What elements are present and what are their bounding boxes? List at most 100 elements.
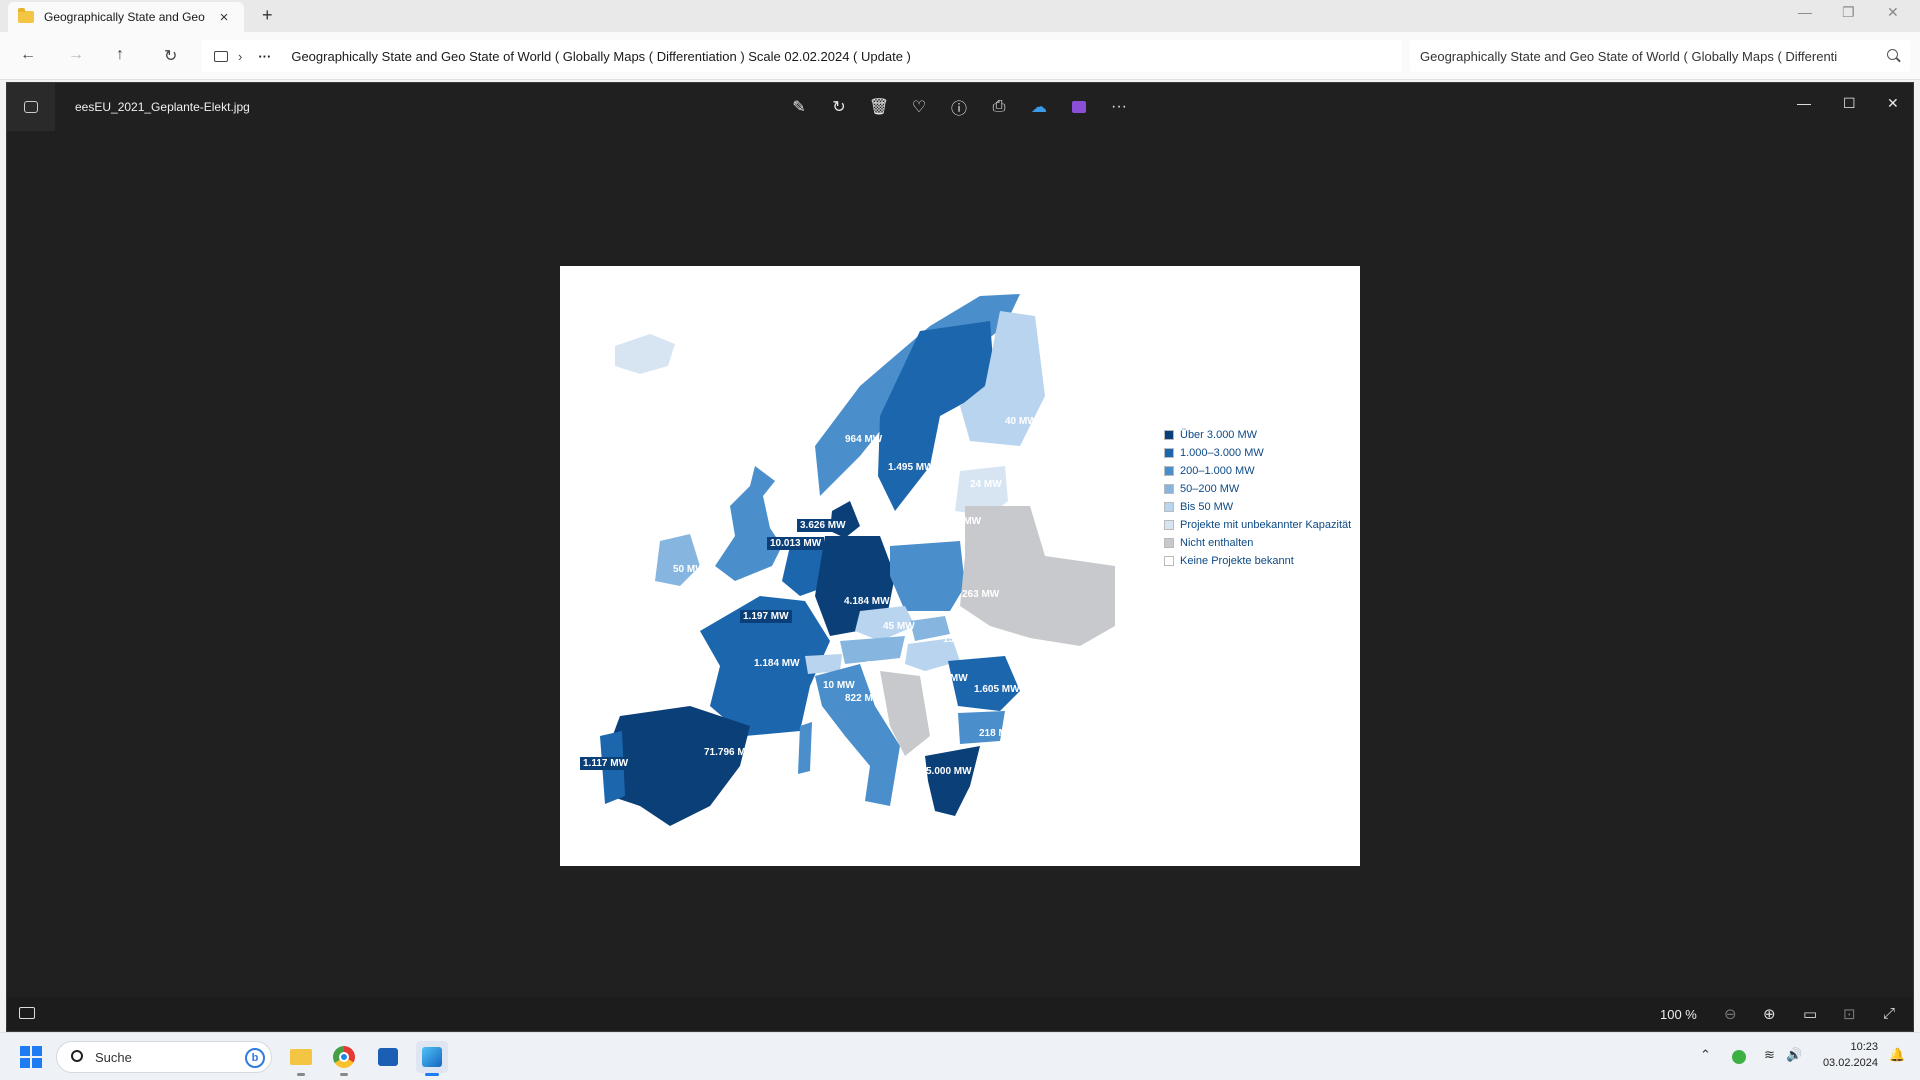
map-value-label: 4.184 MW bbox=[844, 596, 890, 607]
map-value-label: 21 MW bbox=[936, 673, 968, 684]
legend-swatch bbox=[1164, 430, 1174, 440]
search-text: Geographically State and Geo State of Wo… bbox=[1420, 48, 1838, 64]
info-icon[interactable]: ⓘ bbox=[947, 95, 971, 119]
photos-app-icon bbox=[7, 83, 55, 131]
fullscreen-icon[interactable]: ⤢ bbox=[1883, 1005, 1895, 1022]
map-value-label: 10 MW bbox=[823, 680, 855, 691]
clock-date: 03.02.2024 bbox=[1822, 1057, 1878, 1069]
map-legend: Über 3.000 MW 1.000–3.000 MW 200–1.000 MW 5… bbox=[1164, 426, 1351, 570]
taskbar-search[interactable]: Suche b bbox=[56, 1041, 272, 1073]
actual-size-icon[interactable]: ⊡ bbox=[1843, 1005, 1856, 1023]
map-value-label: 45 MW bbox=[883, 621, 915, 632]
notification-bell-icon[interactable]: 🔔 bbox=[1889, 1047, 1905, 1063]
zoom-level: 100 % bbox=[1660, 1007, 1697, 1022]
forward-icon[interactable]: → bbox=[68, 46, 84, 64]
wifi-icon[interactable]: ≋ bbox=[1764, 1047, 1775, 1063]
viewer-bottom-bar: 100 % ⊖ ⊕ ▭ ⊡ ⤢ bbox=[7, 997, 1913, 1031]
photos-taskbar-icon[interactable] bbox=[416, 1041, 448, 1076]
security-icon[interactable] bbox=[1732, 1050, 1746, 1064]
taskbar: Suche b ⌃ ≋ 🔊 10:23 03.02.2024 🔔 bbox=[0, 1032, 1920, 1080]
viewer-close-icon[interactable]: ✕ bbox=[1887, 95, 1899, 112]
region-greece bbox=[925, 746, 980, 816]
edit-image-icon[interactable]: ✎ bbox=[787, 95, 811, 119]
folder-icon bbox=[18, 8, 34, 23]
map-value-label: 87 MW bbox=[866, 660, 898, 671]
this-pc-icon bbox=[214, 50, 228, 62]
displayed-image: Über 3.000 MW 1.000–3.000 MW 200–1.000 MW 5… bbox=[560, 266, 1360, 866]
viewer-minimize-icon[interactable]: — bbox=[1797, 95, 1811, 111]
chevron-right-icon: › bbox=[238, 48, 243, 64]
map-value-label: 255 MW bbox=[730, 582, 768, 593]
legend-label: Über 3.000 MW bbox=[1180, 429, 1258, 441]
viewer-title-bar: eesEU_2021_Geplante-Elekt.jpg ✎ ↻ 🗑 ♡ ⓘ … bbox=[7, 83, 1913, 131]
legend-label: Projekte mit unbekannter Kapazität bbox=[1180, 519, 1352, 531]
map-value-label: 50 MW bbox=[673, 564, 705, 575]
zoom-in-icon[interactable]: ⊕ bbox=[1763, 1005, 1776, 1023]
search-icon[interactable] bbox=[1887, 49, 1898, 60]
map-value-label: 263 MW bbox=[962, 589, 1000, 600]
more-path-icon[interactable]: ··· bbox=[258, 49, 271, 64]
more-icon[interactable]: ··· bbox=[1107, 95, 1131, 119]
fit-window-icon[interactable]: ▭ bbox=[1803, 1005, 1817, 1023]
search-icon bbox=[71, 1050, 83, 1062]
legend-swatch bbox=[1164, 520, 1174, 530]
restore-icon[interactable]: ❐ bbox=[1842, 4, 1855, 21]
file-name: eesEU_2021_Geplante-Elekt.jpg bbox=[75, 100, 250, 114]
legend-label: 50–200 MW bbox=[1180, 483, 1240, 495]
close-window-icon[interactable]: ✕ bbox=[1887, 4, 1899, 21]
favorite-icon[interactable]: ♡ bbox=[907, 95, 931, 119]
address-bar[interactable]: › ··· Geographically State and Geo State… bbox=[202, 40, 1402, 72]
chrome-icon[interactable] bbox=[328, 1041, 360, 1076]
search-input[interactable]: Geographically State and Geo State of Wo… bbox=[1410, 40, 1910, 72]
map-value-label: 10.013 MW bbox=[767, 537, 825, 550]
legend-swatch bbox=[1164, 484, 1174, 494]
print-icon[interactable]: ⎙ bbox=[987, 95, 1011, 119]
viewer-maximize-icon[interactable]: ☐ bbox=[1843, 95, 1856, 112]
legend-label: Nicht enthalten bbox=[1180, 537, 1254, 549]
legend-swatch bbox=[1164, 466, 1174, 476]
minimize-icon[interactable]: — bbox=[1798, 4, 1812, 20]
refresh-icon[interactable]: ↻ bbox=[164, 46, 177, 66]
up-icon[interactable]: ↑ bbox=[116, 46, 124, 64]
delete-icon[interactable]: 🗑 bbox=[867, 95, 891, 119]
clock-time: 10:23 bbox=[1850, 1041, 1878, 1053]
address-path: Geographically State and Geo State of Wo… bbox=[291, 48, 911, 64]
volume-icon[interactable]: 🔊 bbox=[1786, 1047, 1802, 1063]
rotate-icon[interactable]: ↻ bbox=[827, 95, 851, 119]
start-icon[interactable] bbox=[20, 1046, 42, 1068]
new-tab-icon[interactable]: + bbox=[262, 5, 273, 26]
legend-item: Über 3.000 MW bbox=[1164, 426, 1351, 444]
bing-icon[interactable]: b bbox=[245, 1048, 265, 1068]
taskbar-search-placeholder: Suche bbox=[95, 1049, 132, 1065]
map-value-label: 218 MW bbox=[979, 728, 1017, 739]
legend-swatch bbox=[1164, 538, 1174, 548]
back-icon[interactable]: ← bbox=[20, 46, 36, 64]
map-value-label: 71.796 MW bbox=[704, 747, 756, 758]
show-hidden-icons-icon[interactable]: ⌃ bbox=[1700, 1047, 1711, 1063]
onedrive-icon[interactable]: ☁ bbox=[1027, 95, 1051, 119]
clipchamp-icon[interactable] bbox=[1067, 95, 1091, 119]
tab-title: Geographically State and Geo bbox=[44, 10, 205, 24]
legend-item: 200–1.000 MW bbox=[1164, 462, 1351, 480]
legend-label: 200–1.000 MW bbox=[1180, 465, 1255, 477]
explorer-command-row: ← → ↑ ↻ › ··· Geographically State and G… bbox=[0, 32, 1920, 80]
map-value-label: 1.184 MW bbox=[754, 658, 800, 669]
map-value-label: 1.197 MW bbox=[740, 610, 792, 623]
map-value-label: 1.495 MW bbox=[888, 462, 934, 473]
region-poland bbox=[890, 541, 965, 611]
legend-item: 1.000–3.000 MW bbox=[1164, 444, 1351, 462]
close-tab-icon[interactable]: × bbox=[214, 9, 234, 26]
legend-label: Bis 50 MW bbox=[1180, 501, 1234, 513]
clock[interactable]: 10:23 03.02.2024 bbox=[1808, 1039, 1878, 1071]
file-explorer-icon[interactable] bbox=[285, 1041, 317, 1076]
legend-swatch bbox=[1164, 502, 1174, 512]
legend-item: Projekte mit unbekannter Kapazität bbox=[1164, 516, 1351, 534]
filmstrip-icon[interactable] bbox=[19, 1007, 35, 1019]
store-icon[interactable] bbox=[372, 1041, 404, 1073]
legend-item: Nicht enthalten bbox=[1164, 534, 1351, 552]
region-not-included-east bbox=[960, 506, 1115, 646]
zoom-out-icon[interactable]: ⊖ bbox=[1724, 1005, 1737, 1023]
explorer-tab[interactable]: Geographically State and Geo × bbox=[8, 2, 244, 32]
legend-item: Keine Projekte bekannt bbox=[1164, 552, 1351, 570]
viewer-toolbar: ✎ ↻ 🗑 ♡ ⓘ ⎙ ☁ ··· bbox=[787, 95, 1131, 119]
